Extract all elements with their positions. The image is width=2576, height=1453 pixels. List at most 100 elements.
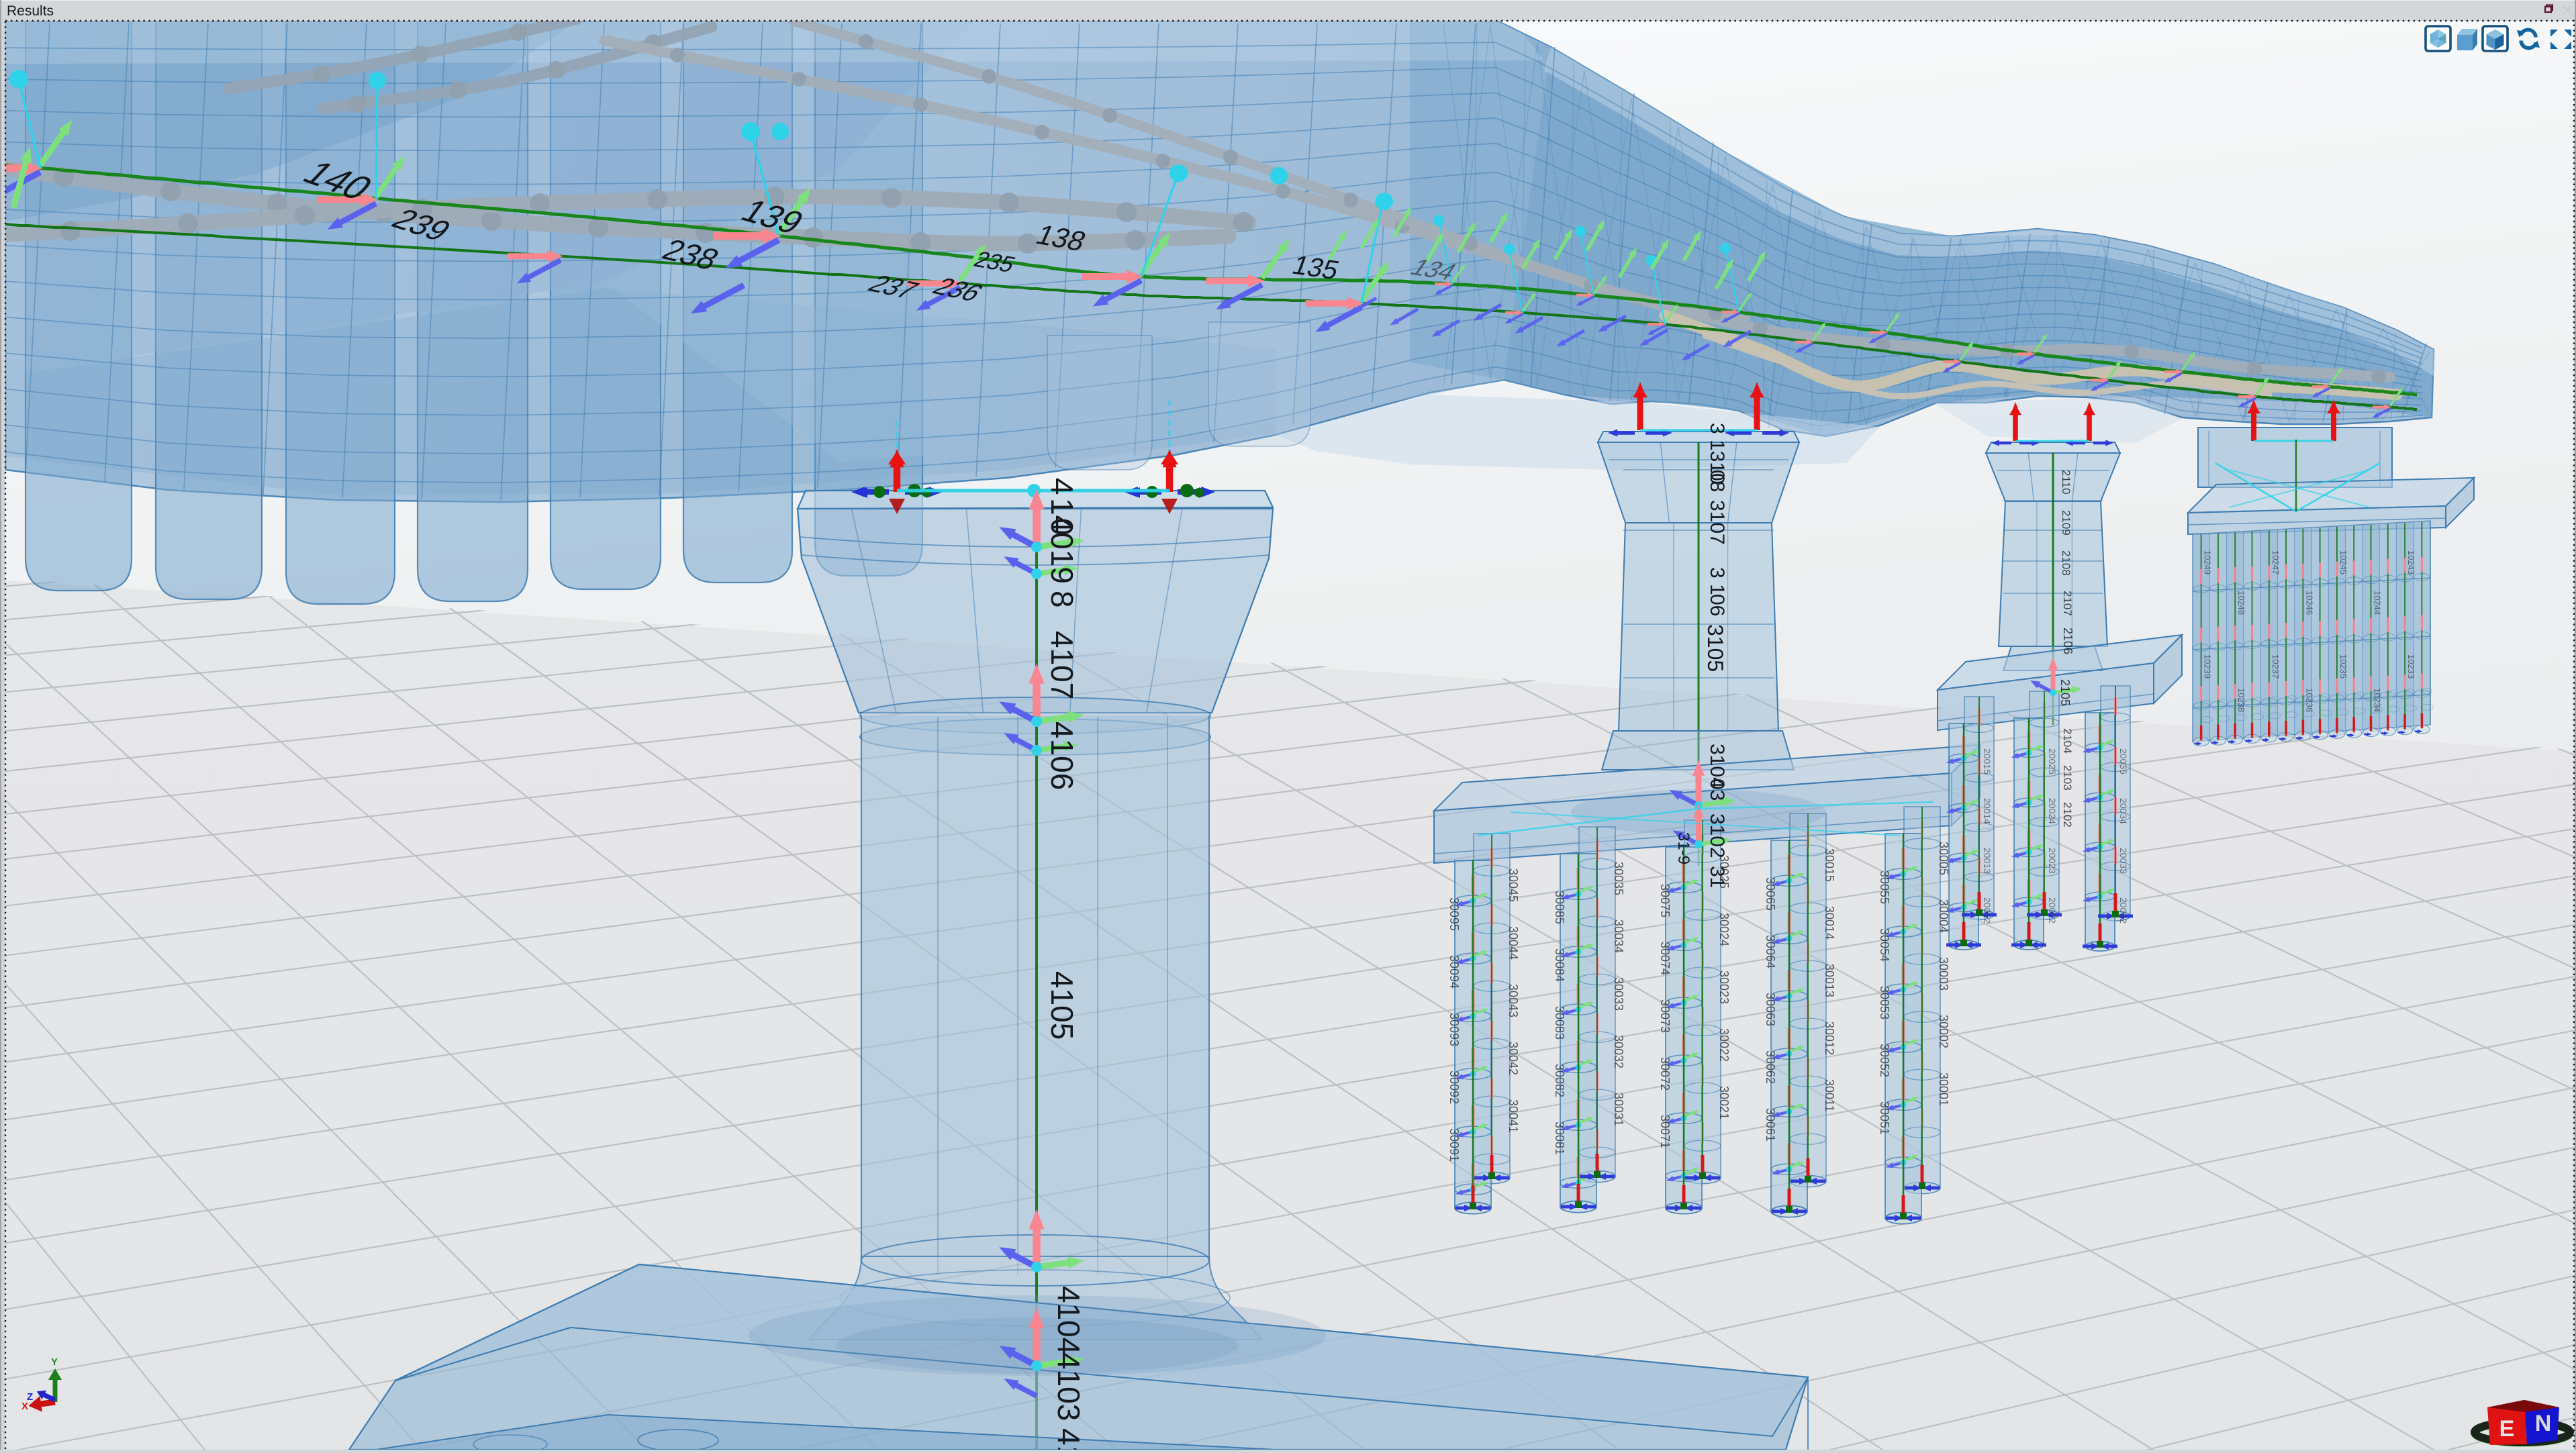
svg-text:30004: 30004 <box>1937 899 1950 933</box>
svg-text:20023: 20023 <box>2047 848 2058 874</box>
svg-text:30083: 30083 <box>1553 1006 1566 1040</box>
svg-text:30034: 30034 <box>1612 919 1625 953</box>
svg-text:30064: 30064 <box>1764 935 1777 968</box>
svg-text:30005: 30005 <box>1937 842 1950 875</box>
svg-text:2104: 2104 <box>2061 728 2074 754</box>
svg-text:10245: 10245 <box>2338 550 2348 574</box>
svg-text:30081: 30081 <box>1553 1121 1566 1155</box>
svg-text:20012: 20012 <box>1982 897 1993 923</box>
svg-text:10243: 10243 <box>2406 550 2416 574</box>
svg-text:30001: 30001 <box>1937 1072 1950 1106</box>
svg-text:X: X <box>21 1401 28 1412</box>
svg-text:10248: 10248 <box>2236 591 2246 615</box>
svg-text:4107: 4107 <box>1045 631 1080 699</box>
svg-text:20024: 20024 <box>2047 798 2058 824</box>
svg-text:2108: 2108 <box>2060 550 2072 576</box>
svg-text:30041: 30041 <box>1507 1099 1520 1133</box>
svg-text:4106: 4106 <box>1045 721 1080 790</box>
svg-text:30043: 30043 <box>1507 984 1520 1017</box>
svg-text:10233: 10233 <box>2406 654 2416 679</box>
svg-text:20033: 20033 <box>2118 848 2129 874</box>
svg-text:30024: 30024 <box>1717 913 1731 946</box>
svg-text:30054: 30054 <box>1878 928 1891 962</box>
svg-text:20032: 20032 <box>2118 897 2129 923</box>
svg-text:3: 3 <box>1706 423 1728 434</box>
svg-text:10234: 10234 <box>2373 688 2383 712</box>
svg-text:4: 4 <box>1045 478 1080 495</box>
svg-text:30052: 30052 <box>1878 1044 1891 1077</box>
svg-text:30013: 30013 <box>1823 964 1836 997</box>
svg-text:30062: 30062 <box>1764 1050 1777 1084</box>
svg-text:8: 8 <box>1045 591 1080 608</box>
svg-text:Y: Y <box>51 1356 58 1368</box>
svg-text:4104: 4104 <box>1051 1286 1086 1354</box>
svg-text:20014: 20014 <box>1982 798 1993 824</box>
svg-text:30094: 30094 <box>1447 955 1461 989</box>
svg-text:20022: 20022 <box>2047 897 2058 923</box>
svg-text:E: E <box>2499 1416 2515 1442</box>
svg-text:2107: 2107 <box>2061 591 2074 616</box>
svg-text:3: 3 <box>1706 567 1728 579</box>
svg-text:30042: 30042 <box>1507 1042 1520 1075</box>
svg-text:30012: 30012 <box>1823 1021 1836 1055</box>
svg-text:41: 41 <box>1051 1428 1086 1450</box>
svg-text:20035: 20035 <box>2118 748 2129 774</box>
svg-text:30091: 30091 <box>1447 1128 1461 1162</box>
svg-text:31: 31 <box>1706 866 1728 888</box>
svg-text:10238: 10238 <box>2236 688 2246 712</box>
svg-text:30033: 30033 <box>1612 977 1625 1011</box>
svg-text:3105: 3105 <box>1703 624 1727 672</box>
svg-text:N: N <box>2535 1411 2552 1436</box>
svg-text:30092: 30092 <box>1447 1070 1461 1104</box>
svg-text:10237: 10237 <box>2271 654 2281 679</box>
svg-text:30082: 30082 <box>1553 1064 1566 1097</box>
svg-text:10247: 10247 <box>2271 550 2281 574</box>
svg-text:30015: 30015 <box>1823 848 1836 882</box>
svg-text:2105: 2105 <box>2058 679 2072 706</box>
svg-text:20015: 20015 <box>1982 748 1993 774</box>
svg-text:03: 03 <box>1706 779 1728 801</box>
svg-text:Results: Results <box>7 3 54 19</box>
svg-text:30053: 30053 <box>1878 986 1891 1019</box>
svg-text:2106: 2106 <box>2061 628 2074 654</box>
svg-text:30084: 30084 <box>1553 948 1566 982</box>
svg-text:3107: 3107 <box>1706 500 1728 545</box>
svg-text:30065: 30065 <box>1764 877 1777 911</box>
svg-text:30011: 30011 <box>1823 1079 1836 1112</box>
svg-text:10236: 10236 <box>2304 688 2314 712</box>
svg-text:0: 0 <box>1045 518 1080 536</box>
svg-text:30045: 30045 <box>1507 868 1520 902</box>
svg-text:4105: 4105 <box>1045 971 1080 1040</box>
svg-text:30073: 30073 <box>1658 999 1672 1033</box>
svg-text:10244: 10244 <box>2373 591 2383 615</box>
svg-text:30055: 30055 <box>1878 870 1891 904</box>
svg-text:30085: 30085 <box>1553 891 1566 924</box>
svg-text:08: 08 <box>1706 470 1728 492</box>
svg-text:14019: 14019 <box>1045 498 1080 584</box>
svg-text:2109: 2109 <box>2060 510 2072 536</box>
svg-text:31-9: 31-9 <box>1674 832 1692 864</box>
svg-text:30075: 30075 <box>1658 884 1672 917</box>
svg-text:3102: 3102 <box>1706 813 1728 858</box>
svg-text:2110: 2110 <box>2060 470 2072 495</box>
svg-text:30051: 30051 <box>1878 1101 1891 1135</box>
svg-text:30074: 30074 <box>1658 942 1672 975</box>
svg-text:4103: 4103 <box>1051 1352 1086 1421</box>
svg-text:30003: 30003 <box>1937 957 1950 991</box>
svg-text:20034: 20034 <box>2118 798 2129 824</box>
svg-text:06: 06 <box>1706 594 1728 616</box>
svg-text:10239: 10239 <box>2203 654 2213 679</box>
svg-text:30095: 30095 <box>1447 897 1461 931</box>
svg-text:30032: 30032 <box>1612 1035 1625 1068</box>
svg-text:10246: 10246 <box>2304 591 2314 615</box>
svg-text:2103: 2103 <box>2061 765 2074 791</box>
svg-text:10235: 10235 <box>2338 654 2348 679</box>
svg-text:30072: 30072 <box>1658 1057 1672 1091</box>
svg-text:30022: 30022 <box>1717 1028 1731 1062</box>
svg-text:30002: 30002 <box>1937 1015 1950 1048</box>
svg-text:30063: 30063 <box>1764 993 1777 1026</box>
svg-text:30093: 30093 <box>1447 1013 1461 1046</box>
svg-text:2102: 2102 <box>2061 802 2074 828</box>
svg-text:30023: 30023 <box>1717 970 1731 1004</box>
svg-text:30071: 30071 <box>1658 1115 1672 1148</box>
